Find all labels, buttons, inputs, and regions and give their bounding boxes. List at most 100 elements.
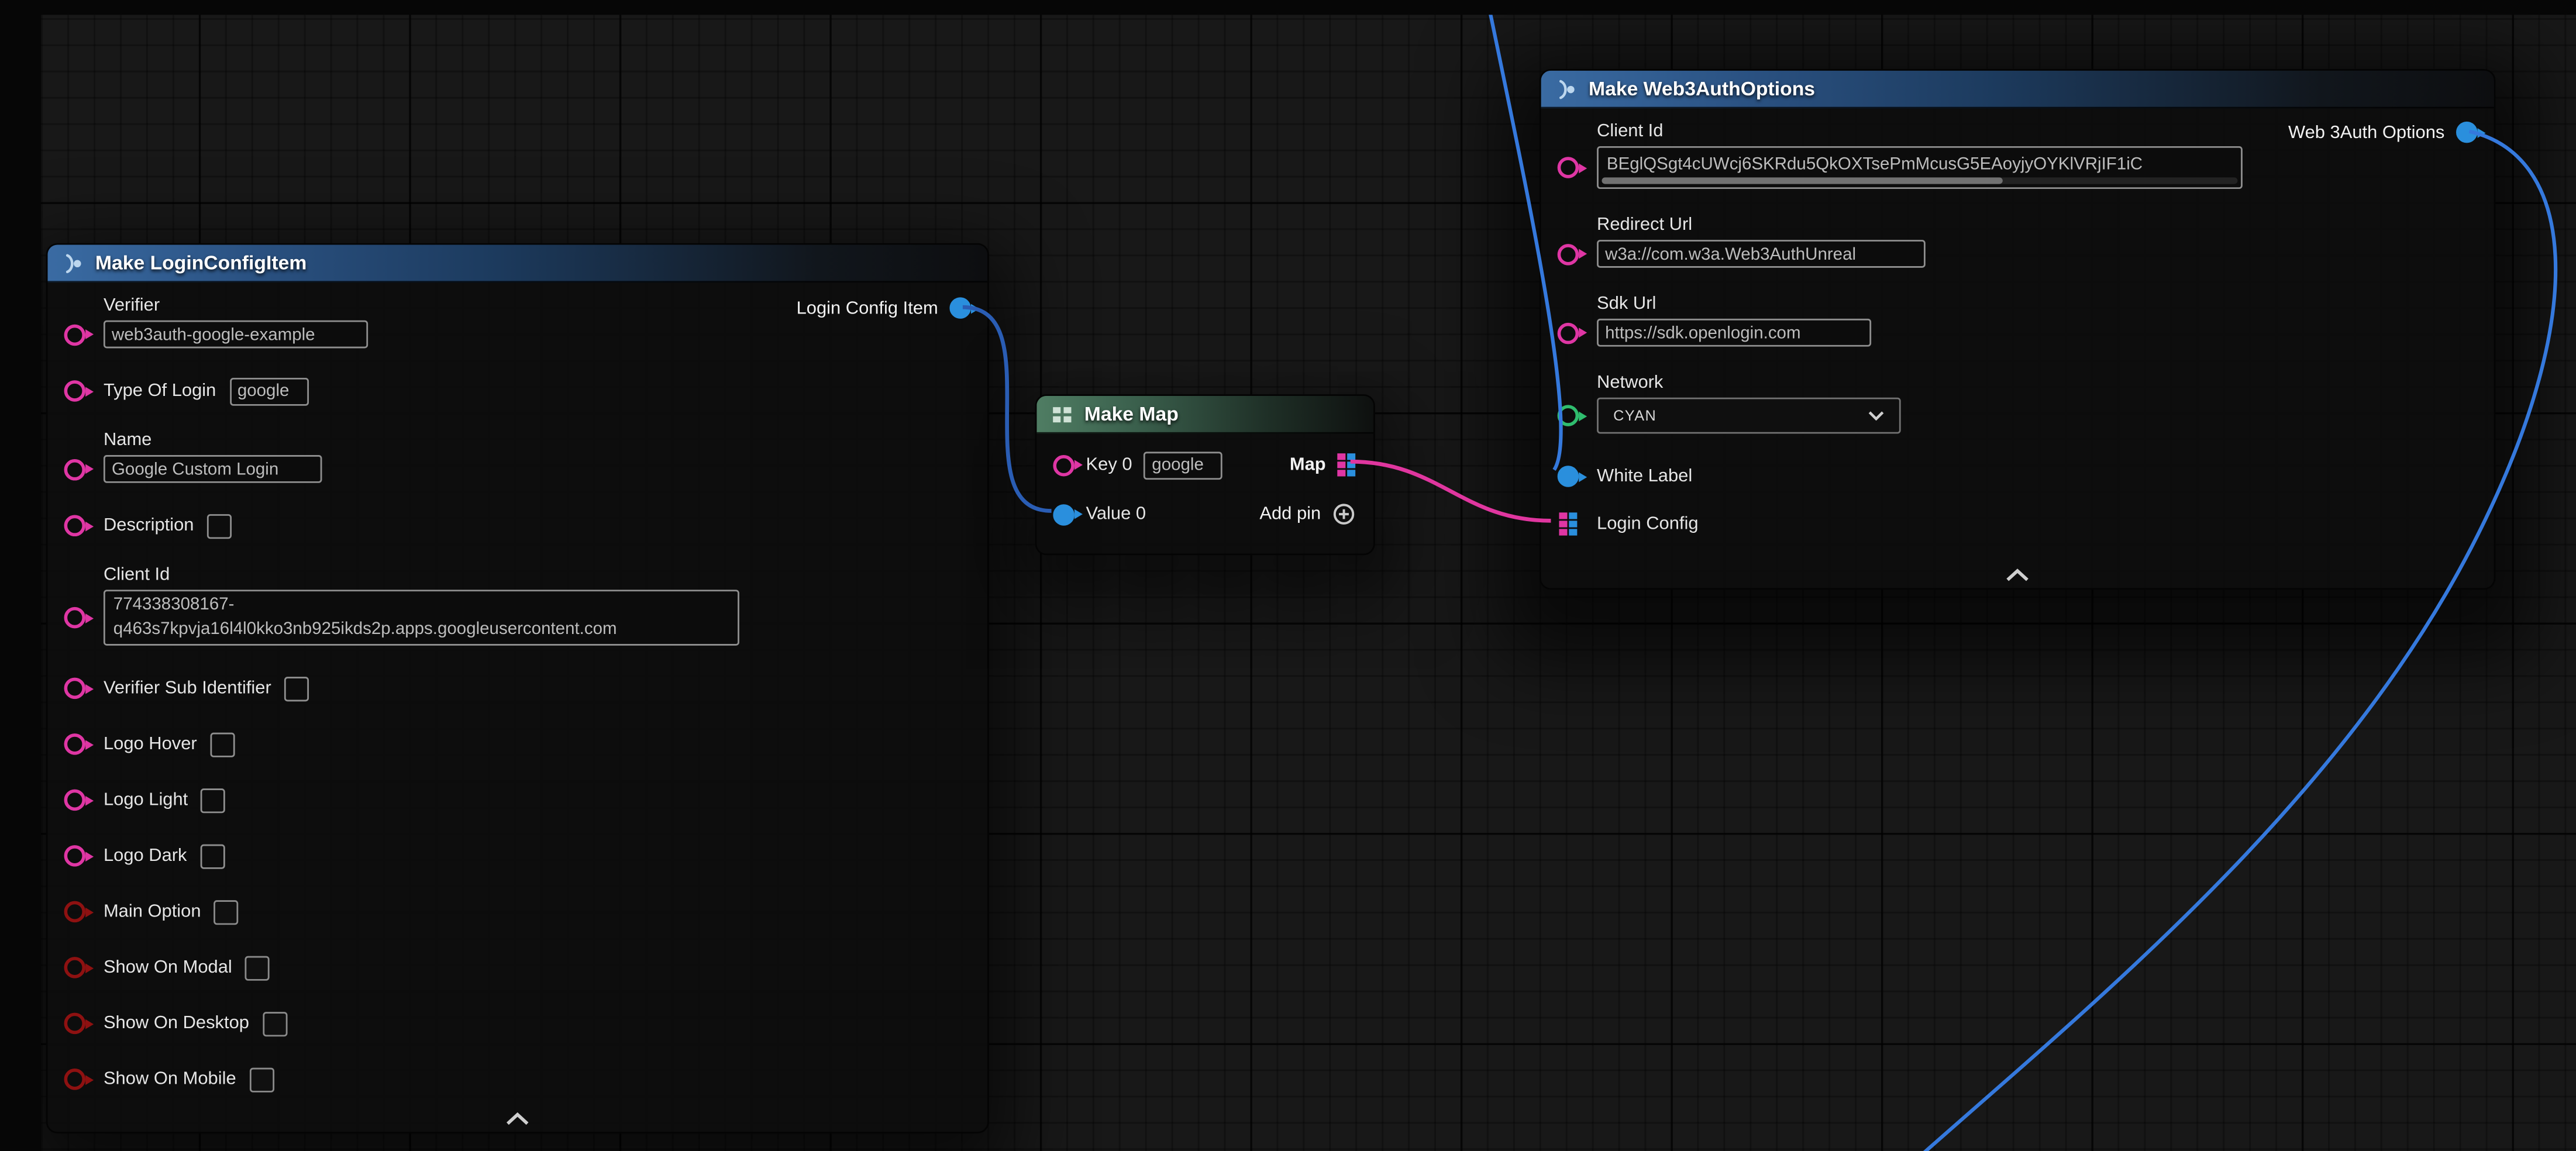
add-pin-icon[interactable] [1332, 502, 1355, 525]
name-input[interactable] [104, 455, 322, 483]
field-network: Network CYAN [1597, 373, 2474, 434]
add-pin-label: Add pin [1259, 504, 1321, 524]
client-id-hscroll-thumb[interactable] [1602, 177, 2002, 184]
white-label-label: White Label [1597, 466, 1692, 487]
pin-white-label[interactable] [1558, 466, 1579, 487]
key0-label: Key 0 [1086, 454, 1132, 476]
field-login-config: Login Config [1597, 511, 2474, 537]
redirect-url-label: Redirect Url [1597, 215, 2474, 237]
chevron-down-icon [1868, 411, 1884, 421]
description-input[interactable] [207, 514, 232, 538]
node-make-loginconfigitem[interactable]: Make LoginConfigItem Login Config Item V… [46, 243, 989, 1133]
verifier-input[interactable] [104, 321, 368, 349]
map-row-value0: Value 0 Add pin [1053, 496, 1355, 532]
editor-top-edge [0, 0, 2576, 15]
redirect-url-input[interactable] [1597, 240, 1926, 268]
field-sdk-url: Sdk Url [1597, 294, 2474, 347]
node-make-web3authoptions[interactable]: Make Web3AuthOptions Web 3Auth Options C… [1540, 69, 2496, 590]
main-option-checkbox[interactable] [214, 900, 239, 924]
map-row-key0: Key 0 Map [1053, 447, 1355, 483]
field-verifier-sub-identifier: Verifier Sub Identifier [104, 672, 967, 705]
client-id-line2: q463s7kpvja16l4l0kko3nb925ikds2p.apps.go… [113, 618, 729, 642]
description-label: Description [104, 515, 194, 537]
pin-output-map[interactable] [1337, 453, 1355, 476]
editor-left-edge [0, 0, 41, 1151]
pin-show-on-desktop[interactable] [64, 1013, 86, 1035]
show-on-mobile-label: Show On Mobile [104, 1069, 236, 1090]
collapse-chevron-icon[interactable] [2005, 568, 2031, 581]
main-option-label: Main Option [104, 901, 201, 923]
client-id-label: Client Id [104, 565, 967, 587]
blueprint-graph-stage: Make LoginConfigItem Login Config Item V… [0, 0, 2576, 1151]
login-config-label: Login Config [1597, 514, 1699, 535]
output-pin-label: Login Config Item [797, 298, 938, 318]
pin-logo-dark[interactable] [64, 845, 86, 867]
field-show-on-mobile: Show On Mobile [104, 1063, 967, 1095]
pin-client-id[interactable] [1558, 157, 1579, 178]
show-on-modal-checkbox[interactable] [245, 955, 270, 980]
pin-value0[interactable] [1053, 504, 1075, 525]
field-white-label: White Label [1597, 463, 2474, 490]
node-header-make-loginconfigitem[interactable]: Make LoginConfigItem [47, 244, 987, 282]
blueprint-editor: Make LoginConfigItem Login Config Item V… [0, 0, 2576, 1151]
pin-logo-light[interactable] [64, 790, 86, 811]
logo-dark-label: Logo Dark [104, 845, 187, 867]
pin-login-config[interactable] [1559, 512, 1577, 535]
pin-name[interactable] [64, 459, 86, 480]
sdk-url-label: Sdk Url [1597, 294, 2474, 316]
field-show-on-modal: Show On Modal [104, 951, 967, 984]
node-title: Make Map [1084, 402, 1179, 425]
client-id-hscrollbar[interactable] [1602, 177, 2237, 184]
network-label: Network [1597, 373, 2474, 395]
verifier-sub-identifier-input[interactable] [284, 676, 309, 701]
field-client-id: Client Id 774338308167- q463s7kpvja16l4l… [104, 565, 967, 646]
make-struct-icon [63, 252, 84, 274]
type-of-login-input[interactable] [229, 377, 308, 405]
node-title: Make LoginConfigItem [95, 251, 306, 274]
pin-type-of-login[interactable] [64, 380, 86, 402]
network-dropdown[interactable]: CYAN [1597, 398, 1901, 434]
pin-key0[interactable] [1053, 454, 1075, 476]
logo-dark-input[interactable] [200, 843, 225, 868]
pin-sdk-url[interactable] [1558, 322, 1579, 344]
field-logo-hover: Logo Hover [104, 728, 967, 760]
type-of-login-label: Type Of Login [104, 380, 216, 402]
pin-logo-hover[interactable] [64, 733, 86, 755]
logo-light-label: Logo Light [104, 790, 188, 811]
key0-input[interactable] [1144, 451, 1222, 479]
pin-verifier[interactable] [64, 323, 86, 345]
client-id-input[interactable]: 774338308167- q463s7kpvja16l4l0kko3nb925… [104, 590, 739, 645]
field-main-option: Main Option [104, 895, 967, 928]
field-logo-dark: Logo Dark [104, 839, 967, 872]
logo-light-input[interactable] [201, 788, 226, 812]
client-id-input[interactable] [1603, 150, 2243, 178]
node-title: Make Web3AuthOptions [1589, 77, 1815, 100]
output-pin-label: Web 3Auth Options [2288, 122, 2444, 142]
sdk-url-input[interactable] [1597, 319, 1871, 347]
pin-verifier-sub-identifier[interactable] [64, 678, 86, 699]
pin-main-option[interactable] [64, 901, 86, 923]
client-id-line1: 774338308167- [113, 593, 729, 618]
make-map-icon [1052, 404, 1073, 425]
collapse-chevron-icon[interactable] [504, 1112, 531, 1125]
show-on-modal-label: Show On Modal [104, 957, 232, 978]
network-selected-value: CYAN [1613, 408, 1657, 424]
verifier-sub-identifier-label: Verifier Sub Identifier [104, 678, 271, 699]
show-on-desktop-label: Show On Desktop [104, 1013, 249, 1035]
pin-show-on-modal[interactable] [64, 957, 86, 978]
pin-description[interactable] [64, 515, 86, 537]
show-on-mobile-checkbox[interactable] [249, 1067, 274, 1091]
name-label: Name [104, 430, 967, 452]
pin-show-on-mobile[interactable] [64, 1069, 86, 1090]
field-description: Description [104, 509, 967, 542]
node-header-make-web3authoptions[interactable]: Make Web3AuthOptions [1541, 71, 2494, 109]
make-struct-icon [1556, 78, 1578, 99]
pin-redirect-url[interactable] [1558, 243, 1579, 265]
show-on-desktop-checkbox[interactable] [262, 1011, 287, 1036]
node-make-map[interactable]: Make Map Key 0 Map Value 0 [1035, 394, 1375, 555]
value0-label: Value 0 [1086, 504, 1146, 525]
node-header-make-map[interactable]: Make Map [1036, 396, 1373, 434]
pin-client-id[interactable] [64, 607, 86, 629]
logo-hover-input[interactable] [210, 732, 235, 756]
field-name: Name [104, 430, 967, 483]
